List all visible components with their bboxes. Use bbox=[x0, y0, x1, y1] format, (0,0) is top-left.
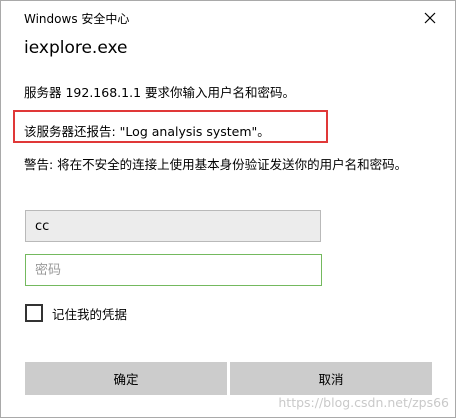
username-field[interactable] bbox=[25, 210, 321, 242]
close-icon bbox=[424, 9, 436, 28]
cancel-button[interactable]: 取消 bbox=[230, 362, 432, 395]
remember-label: 记住我的凭据 bbox=[52, 306, 128, 322]
credential-dialog: Windows 安全中心 iexplore.exe 服务器 192.168.1.… bbox=[0, 0, 456, 418]
remember-credentials-option[interactable]: 记住我的凭据 bbox=[25, 303, 127, 323]
window-title: Windows 安全中心 bbox=[24, 12, 130, 26]
watermark: https://blog.csdn.net/zps66 bbox=[278, 395, 449, 410]
server-report-message: 该服务器还报告: "Log analysis system"。 bbox=[24, 124, 270, 139]
app-name: iexplore.exe bbox=[24, 38, 128, 58]
remember-checkbox[interactable] bbox=[25, 304, 43, 322]
password-field[interactable] bbox=[25, 254, 322, 286]
server-request-message: 服务器 192.168.1.1 要求你输入用户名和密码。 bbox=[24, 85, 295, 100]
warning-message: 警告: 将在不安全的连接上使用基本身份验证发送你的用户名和密码。 bbox=[24, 157, 408, 172]
ok-button[interactable]: 确定 bbox=[25, 362, 227, 395]
close-button[interactable] bbox=[419, 7, 441, 29]
